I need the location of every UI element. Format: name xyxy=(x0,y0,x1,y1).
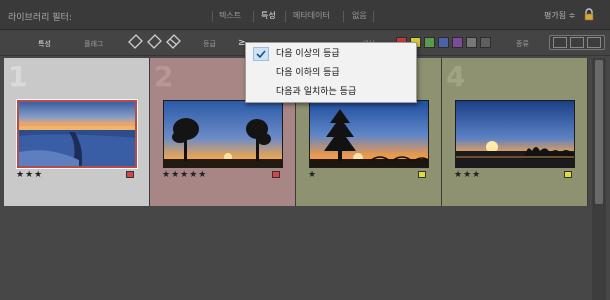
grid-cell-1[interactable]: 1 ★★★ xyxy=(4,58,150,206)
rating-operator-menu: 다음 이상의 등급 다음 이하의 등급 다음과 일치하는 등급 xyxy=(245,42,417,103)
tab-none[interactable]: 없음 xyxy=(352,9,367,23)
attribute-label: 특성 xyxy=(38,40,51,48)
rating-stars[interactable]: ★ xyxy=(308,170,317,180)
flag-label: 플래그 xyxy=(84,40,104,48)
menu-item-rating-equals[interactable]: 다음과 일치하는 등급 xyxy=(246,83,416,101)
photo-thumbnail[interactable] xyxy=(16,99,138,169)
menu-item-rating-at-most[interactable]: 다음 이하의 등급 xyxy=(246,64,416,82)
cell-index: 2 xyxy=(154,60,174,93)
flag-filter-icons xyxy=(128,34,181,49)
kind-master-photo-icon[interactable] xyxy=(553,37,567,48)
tab-separator xyxy=(253,11,254,22)
tab-separator xyxy=(343,11,344,22)
winter-sunset-image xyxy=(19,102,135,166)
tree-sunset-image xyxy=(164,101,282,167)
rating-label: 등급 xyxy=(203,40,216,48)
kind-label: 종류 xyxy=(516,40,529,48)
tab-separator xyxy=(212,11,213,22)
rating-stars[interactable]: ★★★★★ xyxy=(162,170,207,180)
photo-thumbnail[interactable] xyxy=(455,100,575,168)
grid-scrollbar[interactable] xyxy=(592,58,606,300)
flag-unflagged-icon[interactable] xyxy=(147,34,162,49)
lock-icon[interactable] xyxy=(582,8,596,22)
kind-video-icon[interactable] xyxy=(587,37,601,48)
grid-cell-4[interactable]: 4 ★★★ xyxy=(442,58,588,206)
tab-metadata[interactable]: 메타데이터 xyxy=(293,9,330,23)
tab-separator xyxy=(373,11,374,22)
color-swatch-none[interactable] xyxy=(480,37,491,48)
flag-picked-icon[interactable] xyxy=(128,34,143,49)
color-label-chip[interactable] xyxy=(564,171,572,178)
flag-rejected-icon[interactable] xyxy=(166,34,181,49)
color-label-chip[interactable] xyxy=(272,171,280,178)
rating-stars[interactable]: ★★★ xyxy=(16,170,43,180)
filter-tabs: 텍스트 특성 메타데이터 없음 xyxy=(0,9,610,23)
menu-item-label: 다음 이상의 등급 xyxy=(276,49,340,59)
menu-item-label: 다음 이하의 등급 xyxy=(276,68,340,78)
rating-stars[interactable]: ★★★ xyxy=(454,170,481,180)
photo-thumbnail[interactable] xyxy=(309,100,429,168)
color-label-chip[interactable] xyxy=(418,171,426,178)
checkmark-icon xyxy=(253,47,269,61)
tab-text[interactable]: 텍스트 xyxy=(219,9,241,23)
photo-thumbnail[interactable] xyxy=(163,100,283,168)
pine-sunset-image xyxy=(310,101,428,167)
tab-separator xyxy=(285,11,286,22)
color-swatch-other[interactable] xyxy=(466,37,477,48)
filter-preset-dropdown[interactable]: 평가됨 ≑ xyxy=(544,10,575,21)
kind-virtual-copy-icon[interactable] xyxy=(570,37,584,48)
color-swatch-green[interactable] xyxy=(424,37,435,48)
color-swatch-blue[interactable] xyxy=(438,37,449,48)
color-label-chip[interactable] xyxy=(126,171,134,178)
cell-index: 1 xyxy=(8,60,28,93)
menu-item-label: 다음과 일치하는 등급 xyxy=(276,87,357,97)
library-filter-bar: 라이브러리 필터: 텍스트 특성 메타데이터 없음 평가됨 ≑ xyxy=(0,0,610,30)
tab-attribute[interactable]: 특성 xyxy=(261,9,276,23)
kind-filter-buttons xyxy=(549,35,605,50)
lightroom-library-window: 라이브러리 필터: 텍스트 특성 메타데이터 없음 평가됨 ≑ 특성 플래그 등… xyxy=(0,0,610,300)
menu-item-rating-at-least[interactable]: 다음 이상의 등급 xyxy=(246,45,416,63)
cell-index: 4 xyxy=(446,60,466,93)
scrollbar-thumb[interactable] xyxy=(595,60,603,204)
sea-sunset-image xyxy=(456,101,574,167)
color-swatch-purple[interactable] xyxy=(452,37,463,48)
